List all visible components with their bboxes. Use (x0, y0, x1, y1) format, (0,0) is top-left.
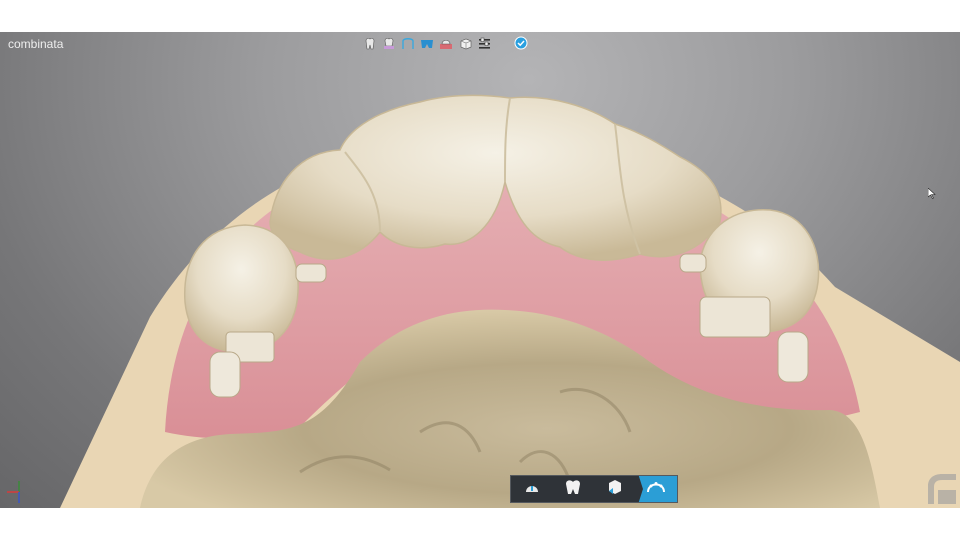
red-tooth-icon[interactable] (438, 36, 454, 50)
cube-icon[interactable] (457, 36, 473, 50)
axis-gizmo-icon (7, 481, 20, 503)
app-logo-icon (928, 474, 956, 504)
arch-curve-icon[interactable] (400, 36, 416, 50)
single-tooth-icon[interactable] (362, 36, 378, 50)
tooth-crown-icon (564, 479, 582, 500)
workflow-bar (510, 475, 678, 503)
mouse-cursor-icon (928, 188, 936, 199)
workflow-step-model[interactable] (594, 476, 636, 502)
jaw-arch-icon (646, 480, 666, 499)
workflow-step-scan[interactable] (511, 476, 553, 502)
3d-viewport[interactable]: combinata (0, 32, 960, 508)
top-toolbar (362, 36, 532, 50)
dental-model-scene[interactable] (0, 32, 960, 508)
gingiva-tooth-icon[interactable] (381, 36, 397, 50)
sliders-icon[interactable] (476, 36, 492, 50)
gauge-icon (524, 480, 540, 499)
bridge-teeth-icon[interactable] (419, 36, 435, 50)
workflow-step-design[interactable] (553, 476, 595, 502)
workflow-step-arch[interactable] (638, 476, 677, 502)
project-name: combinata (8, 37, 64, 51)
model-box-icon (606, 479, 624, 500)
check-circle-icon[interactable] (513, 36, 529, 50)
